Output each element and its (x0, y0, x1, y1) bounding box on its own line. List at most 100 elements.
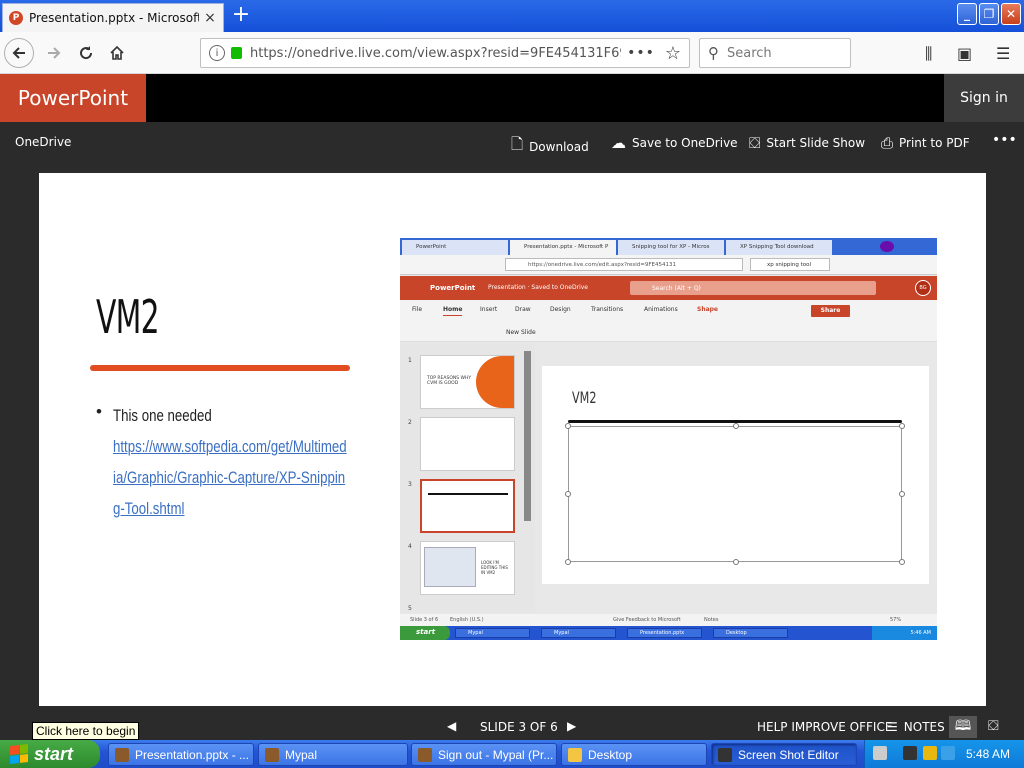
back-arrow-icon (12, 47, 25, 59)
embedded-ribbon-tab: Insert (480, 306, 498, 313)
embedded-tab-strip: PowerPoint Presentation.pptx - Microsoft… (400, 238, 937, 255)
embedded-thumbnail-pane: 1 TOP REASONS WHY CVM IS GOOD 2 3 4 LOOK… (400, 343, 535, 613)
embedded-share-button: Share (811, 305, 850, 317)
embedded-thumb-text: LOOK I'M EDITING THIS IN VM2 (481, 560, 508, 575)
url-text[interactable]: https://onedrive.live.com/view.aspx?resi… (250, 46, 621, 61)
bullet-link[interactable]: https://www.softpedia.com/get/Multimedia… (113, 437, 347, 518)
taskbar-item-desktop[interactable]: Desktop (561, 743, 707, 766)
start-slide-show-button[interactable]: ⛋ Start Slide Show (749, 134, 865, 152)
embedded-ribbon-tab: Animations (644, 306, 678, 313)
slide-show-view-button[interactable]: ⛋ (988, 718, 999, 734)
embedded-slide-number: 1 (408, 357, 412, 364)
download-button[interactable]: 🗋 Download (511, 134, 589, 159)
tab-close-icon[interactable]: × (203, 10, 217, 26)
embedded-tab: XP Snipping Tool download (726, 240, 832, 255)
embedded-thumb-orange (476, 356, 514, 408)
embedded-selected-shape (565, 423, 905, 565)
embedded-scrollbar (524, 351, 531, 521)
forward-arrow-icon (48, 47, 61, 59)
previous-slide-icon[interactable]: ◀ (447, 719, 456, 733)
info-icon[interactable]: i (209, 45, 225, 61)
embedded-slide-canvas: VM2 (542, 366, 929, 584)
windows-flag-icon (10, 744, 28, 764)
powerpoint-favicon-icon: P (9, 11, 23, 25)
more-options-button[interactable]: ••• (992, 132, 1017, 148)
library-icon[interactable]: ⫼ (925, 44, 932, 64)
embedded-ribbon-tab: File (412, 306, 423, 313)
shield-icon[interactable] (923, 746, 937, 760)
browser-tab-active[interactable]: P Presentation.pptx - Microsoft PowerPoi… (2, 3, 224, 32)
projector-icon: ⛋ (749, 134, 761, 152)
keyboard-icon[interactable] (873, 746, 887, 760)
embedded-slide-number: 5 (408, 605, 412, 612)
reload-icon (80, 46, 93, 60)
minimize-button[interactable]: _ (957, 3, 977, 25)
reload-button[interactable] (70, 37, 102, 69)
menu-icon[interactable]: ☰ (996, 44, 1010, 63)
window-close-button[interactable]: ✕ (1001, 3, 1021, 25)
sign-in-button[interactable]: Sign in (944, 74, 1024, 122)
print-to-pdf-button[interactable]: ⎙ Print to PDF (881, 134, 970, 152)
sidebar-icon[interactable]: ▣ (957, 44, 972, 63)
taskbar-item-sign-out[interactable]: Sign out - Mypal (Pr... (411, 743, 557, 766)
taskbar-item-label: Sign out - Mypal (Pr... (438, 747, 554, 762)
network-icon[interactable] (903, 746, 917, 760)
bullet-dot-icon: • (96, 402, 102, 421)
save-to-onedrive-button[interactable]: ☁ Save to OneDrive (611, 134, 738, 152)
resize-handle (565, 423, 571, 429)
start-slide-show-label: Start Slide Show (766, 136, 866, 150)
embedded-thumb-line (428, 493, 508, 495)
taskbar-item-mypal[interactable]: Mypal (258, 743, 408, 766)
embedded-status-slide: Slide 3 of 6 (410, 617, 439, 623)
taskbar-item-label: Presentation.pptx - ... (135, 747, 250, 762)
slide-nav-bar: ◀ SLIDE 3 OF 6 ▶ HELP IMPROVE OFFICE ☰ N… (0, 714, 1024, 740)
resize-handle (899, 423, 905, 429)
notes-icon: ☰ (887, 720, 898, 734)
start-label: start (34, 743, 74, 764)
cloud-icon: ☁ (611, 134, 626, 152)
taskbar-item-presentation[interactable]: Presentation.pptx - ... (108, 743, 254, 766)
slide-title: VM2 (96, 290, 160, 344)
help-improve-office-link[interactable]: HELP IMPROVE OFFICE (757, 720, 892, 734)
embedded-url: https://onedrive.live.com/edit.aspx?resi… (505, 258, 743, 271)
embedded-search-box: Search (Alt + Q) (630, 281, 876, 295)
forward-button[interactable] (38, 37, 70, 69)
printer-icon: ⎙ (881, 134, 894, 152)
embedded-ribbon: New Slide (400, 318, 937, 342)
embedded-app-name: PowerPoint (430, 284, 476, 292)
home-button[interactable] (101, 37, 133, 69)
embedded-thumb-3 (420, 479, 515, 533)
mypal-icon (115, 747, 129, 762)
volume-icon[interactable] (941, 746, 955, 760)
restore-button[interactable]: ❐ (979, 3, 999, 25)
embedded-ribbon-tab: Shape (697, 306, 719, 313)
bookmark-star-icon[interactable]: ☆ (665, 43, 681, 64)
title-underline (90, 365, 350, 371)
embedded-tab: Presentation.pptx - Microsoft P (510, 240, 616, 255)
book-icon: 🕮 (954, 718, 972, 734)
reading-view-button[interactable]: 🕮 (949, 716, 977, 738)
taskbar-item-label: Mypal (285, 747, 318, 762)
url-bar[interactable]: i https://onedrive.live.com/view.aspx?re… (200, 38, 690, 68)
taskbar-item-screen-shot-editor[interactable]: Screen Shot Editor (711, 743, 857, 766)
back-button[interactable] (4, 38, 34, 68)
search-input[interactable]: ⚲ Search (699, 38, 851, 68)
page-actions-icon[interactable]: ••• (627, 45, 655, 61)
browser-nav-bar: i https://onedrive.live.com/view.aspx?re… (0, 32, 1024, 74)
powerpoint-logo[interactable]: PowerPoint (0, 74, 146, 122)
embedded-app-bar: PowerPoint Presentation · Saved to OneDr… (400, 276, 937, 300)
embedded-tray-clock: 5:46 AM (872, 626, 937, 640)
embedded-profile-icon (880, 241, 894, 252)
embedded-new-slide: New Slide (506, 329, 536, 336)
download-label: Download (529, 139, 589, 154)
taskbar-item-label: Desktop (588, 747, 633, 762)
start-button[interactable]: start (0, 740, 100, 768)
embedded-slide-number: 3 (408, 481, 412, 488)
slide-bullet: • This one needed https://www.softpedia.… (96, 400, 356, 524)
next-slide-icon[interactable]: ▶ (567, 719, 576, 733)
embedded-ribbon-tab: Draw (515, 306, 531, 313)
embedded-ribbon-tab: Home (443, 306, 463, 316)
onedrive-link[interactable]: OneDrive (15, 135, 71, 149)
new-tab-button[interactable]: + (230, 3, 252, 29)
notes-button[interactable]: ☰ NOTES (887, 720, 945, 734)
